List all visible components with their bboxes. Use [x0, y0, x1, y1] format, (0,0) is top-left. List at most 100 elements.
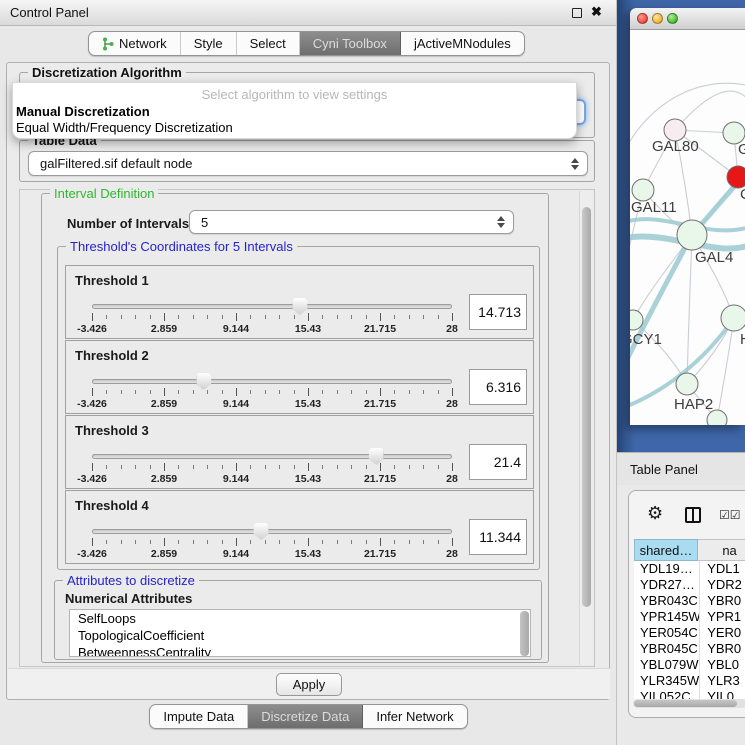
threshold-value-field[interactable] — [469, 294, 527, 330]
algorithm-option-equal-width-frequency-discretization[interactable]: Equal Width/Frequency Discretization — [15, 120, 578, 136]
tick-mark — [150, 315, 151, 319]
numerical-attributes-list[interactable]: SelfLoopsTopologicalCoefficientBetweenne… — [69, 609, 531, 657]
tick-label: -3.426 — [77, 323, 107, 335]
attribute-list-item[interactable]: BetweennessCentrality — [70, 644, 530, 657]
tick-mark — [193, 540, 194, 544]
threshold-slider[interactable]: -3.4262.8599.14415.4321.71528 — [92, 521, 452, 563]
tick-mark — [164, 538, 165, 546]
threshold-label: Threshold 4 — [75, 498, 149, 513]
table-row[interactable]: YBR043CYBR0 — [634, 593, 745, 609]
table-row[interactable]: YBR045CYBR0 — [634, 641, 745, 657]
cell-name: YDL1 — [700, 561, 745, 577]
table-row[interactable]: YDL19…YDL1 — [634, 561, 745, 577]
tick-mark — [135, 465, 136, 469]
cell-shared-name: YDR27… — [634, 577, 700, 593]
tick-mark — [207, 315, 208, 319]
number-of-intervals-combobox[interactable]: 5 — [189, 210, 514, 234]
tick-mark — [222, 315, 223, 319]
tick-label: 28 — [446, 548, 458, 560]
network-node-gal11[interactable] — [632, 179, 654, 201]
threshold-slider[interactable]: -3.4262.8599.14415.4321.71528 — [92, 371, 452, 413]
tick-label: 21.715 — [364, 323, 396, 335]
network-node-hap2[interactable] — [676, 373, 698, 395]
network-icon — [102, 37, 114, 51]
float-window-icon[interactable] — [572, 8, 582, 18]
column-header-name[interactable]: na — [698, 539, 745, 561]
control-panel: Control Panel ✖ NetworkStyleSelectCyni T… — [0, 0, 617, 745]
tick-mark — [394, 390, 395, 394]
column-header-shared-name[interactable]: shared… — [634, 539, 698, 561]
list-scrollbar[interactable] — [520, 611, 529, 656]
tab-infer-network[interactable]: Infer Network — [363, 705, 466, 728]
zoom-traffic-light-icon[interactable] — [667, 13, 678, 24]
tick-mark — [366, 465, 367, 469]
tick-mark — [409, 540, 410, 544]
network-node[interactable] — [707, 410, 727, 425]
tick-mark — [193, 390, 194, 394]
tick-mark — [380, 463, 381, 471]
network-node-gal4[interactable] — [677, 220, 707, 250]
threshold-slider[interactable]: -3.4262.8599.14415.4321.71528 — [92, 446, 452, 488]
tick-mark — [452, 313, 453, 321]
tab-style[interactable]: Style — [181, 32, 237, 55]
threshold-value-field[interactable] — [469, 369, 527, 405]
top-tab-group: Network Style SelectCyni ToolboxjActiveMNo… — [88, 31, 525, 56]
tab-select[interactable]: Select — [237, 32, 300, 55]
network-node-h[interactable] — [721, 305, 745, 331]
tick-label: 2.859 — [151, 473, 177, 485]
close-icon[interactable]: ✖ — [591, 4, 602, 20]
node-label: H — [740, 331, 745, 348]
network-canvas[interactable]: GAL80GCGAL11GAL4GCY1HHAP2 — [630, 30, 745, 425]
algorithm-option-manual-discretization[interactable]: Manual Discretization — [15, 104, 578, 120]
columns-icon[interactable] — [685, 507, 701, 523]
table-rows: YDL19…YDL1YDR27…YDR2YBR043CYBR0YPR145WYP… — [634, 561, 745, 699]
tick-mark — [452, 463, 453, 471]
table-row[interactable]: YPR145WYPR1 — [634, 609, 745, 625]
tab-network[interactable]: Network — [89, 32, 181, 55]
table-row[interactable]: YER054CYER0 — [634, 625, 745, 641]
tab-cyni-toolbox[interactable]: Cyni Toolbox — [300, 32, 401, 55]
checkbox-icons[interactable]: ☑☑ — [719, 508, 741, 522]
tick-mark — [265, 390, 266, 394]
vertical-scrollbar[interactable] — [579, 191, 593, 665]
tab-jactivemnodules[interactable]: jActiveMNodules — [401, 32, 524, 55]
network-node-c[interactable] — [727, 166, 745, 188]
slider-ticks — [92, 313, 452, 322]
minimize-traffic-light-icon[interactable] — [652, 13, 663, 24]
table-data-combobox[interactable]: galFiltered.sif default node — [28, 151, 588, 176]
cell-name: YBR0 — [700, 593, 745, 609]
cell-shared-name: YPR145W — [634, 609, 700, 625]
scrollbar-thumb[interactable] — [634, 700, 737, 707]
scrollbar-thumb[interactable] — [582, 207, 591, 607]
top-tabbar: Network Style SelectCyni ToolboxjActiveMNo… — [0, 28, 617, 58]
tick-mark — [236, 538, 237, 546]
attribute-list-item[interactable]: TopologicalCoefficient — [70, 627, 530, 644]
algorithm-options: Manual DiscretizationEqual Width/Frequen… — [15, 104, 578, 136]
tick-mark — [207, 390, 208, 394]
tick-mark — [121, 315, 122, 319]
table-row[interactable]: YDR27…YDR2 — [634, 577, 745, 593]
slider-tick-labels: -3.4262.8599.14415.4321.71528 — [92, 323, 452, 335]
tick-label: 9.144 — [223, 323, 249, 335]
apply-button[interactable]: Apply — [276, 673, 342, 696]
tick-mark — [178, 465, 179, 469]
table-row[interactable]: YLR345WYLR3 — [634, 673, 745, 689]
threshold-value-field[interactable] — [469, 444, 527, 480]
table-row[interactable]: YIL052CYIL0 — [634, 689, 745, 699]
tick-mark — [394, 315, 395, 319]
tick-mark — [452, 388, 453, 396]
close-traffic-light-icon[interactable] — [637, 13, 648, 24]
tick-mark — [207, 465, 208, 469]
tab-label: Style — [194, 36, 223, 51]
attribute-list-item[interactable]: SelfLoops — [70, 610, 530, 627]
threshold-slider[interactable]: -3.4262.8599.14415.4321.71528 — [92, 296, 452, 338]
desktop-background: GAL80GCGAL11GAL4GCY1HHAP2 — [617, 0, 745, 452]
tab-discretize-data[interactable]: Discretize Data — [248, 705, 363, 728]
table-row[interactable]: YBL079WYBL0 — [634, 657, 745, 673]
gear-icon[interactable]: ⚙ — [647, 504, 663, 522]
threshold-value-field[interactable] — [469, 519, 527, 555]
horizontal-scrollbar[interactable] — [633, 699, 745, 708]
tick-mark — [106, 540, 107, 544]
tab-impute-data[interactable]: Impute Data — [150, 705, 248, 728]
tick-mark — [106, 465, 107, 469]
